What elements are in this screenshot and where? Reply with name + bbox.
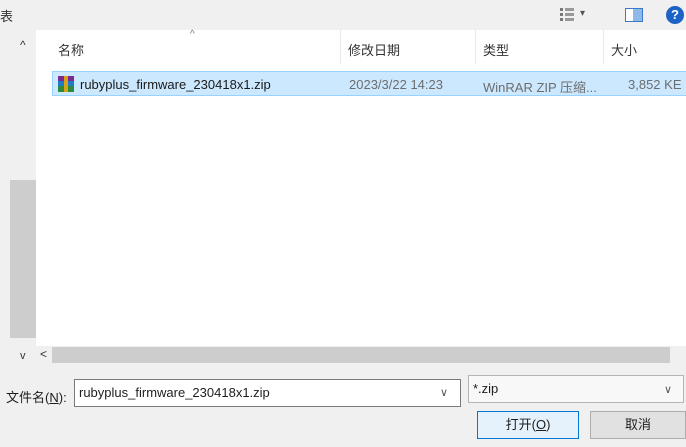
scroll-down-icon[interactable]: v: [20, 350, 26, 362]
file-type-cell: WinRAR ZIP 压缩...: [483, 80, 597, 95]
view-dropdown-chevron-icon[interactable]: ▾: [580, 8, 585, 19]
clipped-title: 表: [0, 9, 14, 24]
file-size-cell: 3,852 KE: [628, 77, 682, 92]
file-date-cell: 2023/3/22 14:23: [349, 77, 443, 92]
file-type-filter-select[interactable]: *.zip: [468, 375, 684, 403]
scroll-up-icon[interactable]: ^: [20, 38, 26, 52]
cancel-button[interactable]: 取消: [590, 411, 686, 439]
column-divider[interactable]: [340, 30, 341, 64]
column-divider[interactable]: [603, 30, 604, 64]
column-header-type[interactable]: 类型: [483, 40, 509, 59]
file-name-cell: rubyplus_firmware_230418x1.zip: [80, 77, 271, 92]
sort-ascending-icon: ^: [190, 29, 195, 40]
winrar-archive-icon: [58, 76, 74, 92]
horizontal-scroll-thumb[interactable]: [52, 347, 670, 363]
chevron-down-icon[interactable]: ∨: [664, 383, 672, 396]
view-options-icon[interactable]: [560, 7, 574, 21]
vertical-scroll-thumb[interactable]: [10, 180, 36, 338]
chevron-down-icon[interactable]: ∨: [440, 386, 448, 399]
scroll-left-icon[interactable]: <: [40, 347, 47, 361]
preview-pane-icon[interactable]: [625, 8, 643, 22]
filename-label: 文件名(N):: [6, 390, 67, 405]
column-header-size[interactable]: 大小: [611, 40, 637, 59]
column-divider[interactable]: [475, 30, 476, 64]
column-header-name[interactable]: 名称: [58, 40, 84, 59]
help-icon[interactable]: ?: [666, 6, 684, 24]
filename-input[interactable]: rubyplus_firmware_230418x1.zip: [74, 379, 461, 407]
column-header-date[interactable]: 修改日期: [348, 40, 400, 59]
open-button[interactable]: 打开(O): [477, 411, 579, 439]
